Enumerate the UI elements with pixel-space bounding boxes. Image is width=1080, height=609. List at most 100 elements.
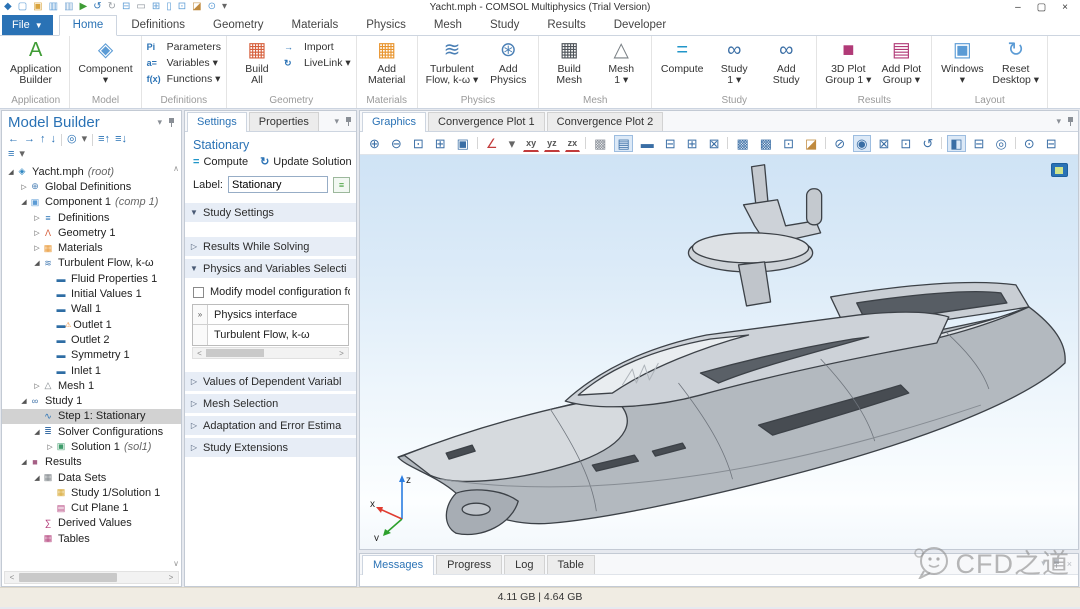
open-file-icon[interactable]: ▣: [33, 1, 42, 13]
tree-node-outlet-1[interactable]: ▬ ⚠ Outlet 1: [2, 317, 181, 332]
collapse-all-icon[interactable]: ≡↑: [98, 133, 110, 146]
panel-menu-icon[interactable]: ▾: [334, 116, 339, 127]
import-button[interactable]: → Import: [284, 41, 351, 53]
scroll-down-icon[interactable]: ∨: [173, 559, 179, 568]
tree-node-wall-1[interactable]: ▬ Wall 1: [2, 302, 181, 317]
tab-messages[interactable]: Messages: [362, 555, 435, 575]
tree-node-fluid-properties-1[interactable]: ▬ Fluid Properties 1: [2, 271, 181, 286]
tree-expand-icon[interactable]: ◢: [6, 168, 16, 176]
undo-icon[interactable]: ↺: [93, 1, 101, 13]
view-menu-icon[interactable]: ▾: [506, 135, 519, 152]
section-values-dependent[interactable]: ▷ Values of Dependent Variabl: [185, 372, 356, 391]
clear-icon[interactable]: ◪: [192, 1, 201, 13]
tree-node-data-sets[interactable]: ◢ ▦ Data Sets: [2, 470, 181, 485]
pin-icon[interactable]: [345, 117, 352, 126]
reset-hiding-icon[interactable]: ↺: [919, 135, 936, 152]
run-icon[interactable]: ▶: [80, 1, 88, 13]
tree-node-yacht-mph[interactable]: ◢ ◈ Yacht.mph (root): [2, 164, 181, 179]
add-plot-group-button[interactable]: ▤ Add Plot Group ▾: [876, 37, 926, 95]
parameters-button[interactable]: Pi Parameters: [147, 41, 221, 53]
transparency-icon[interactable]: ⊠: [706, 135, 723, 152]
view-cube-icon[interactable]: ◎: [992, 135, 1009, 152]
tab-definitions[interactable]: Definitions: [117, 15, 199, 36]
update-solution-action[interactable]: ↻ Update Solution: [260, 155, 352, 169]
zx-view-icon[interactable]: zx: [564, 135, 581, 152]
copy-icon[interactable]: ⊟: [122, 1, 130, 13]
scrollbar-thumb[interactable]: [206, 349, 264, 357]
duplicate-icon[interactable]: ⊞: [152, 1, 160, 13]
table-row[interactable]: Turbulent Flow, k-ω: [193, 325, 348, 345]
tab-convergence-plot-2[interactable]: Convergence Plot 2: [546, 112, 664, 131]
zoom-box-icon[interactable]: ⊡: [410, 135, 427, 152]
scroll-left-icon[interactable]: <: [193, 349, 206, 358]
tab-table[interactable]: Table: [546, 555, 595, 574]
surface-rendering-icon[interactable]: ▬: [638, 135, 657, 152]
save-as-icon[interactable]: ▥: [64, 1, 73, 13]
add-physics-button[interactable]: ⊛ Add Physics: [483, 37, 533, 95]
functions-button[interactable]: f(x) Functions ▾: [147, 73, 221, 85]
tree-node-mesh-1[interactable]: ▷ △ Mesh 1: [2, 378, 181, 393]
tree-node-solution-1[interactable]: ▷ ▣ Solution 1 (sol1): [2, 439, 181, 454]
show-icon[interactable]: ◎: [67, 133, 77, 146]
section-mesh-selection[interactable]: ▷ Mesh Selection: [185, 394, 356, 413]
tree-node-materials[interactable]: ▷ ▦ Materials: [2, 240, 181, 255]
select-box-icon[interactable]: ⊡: [178, 1, 186, 13]
tree-expand-icon[interactable]: ▷: [45, 443, 55, 451]
add-material-button[interactable]: ▦ Add Material: [362, 37, 412, 95]
paste-icon[interactable]: ▭: [136, 1, 145, 13]
component-button[interactable]: ◈ Component ▾: [75, 37, 135, 95]
model-tree-node-menu-icon[interactable]: ≡: [8, 148, 14, 161]
tree-node-geometry-1[interactable]: ▷ Λ Geometry 1: [2, 225, 181, 240]
tree-node-step-1-stationary[interactable]: ∿ Step 1: Stationary: [2, 408, 181, 425]
show-selection-icon[interactable]: ⊠: [876, 135, 893, 152]
tree-node-component-1[interactable]: ◢ ▣ Component 1 (comp 1): [2, 195, 181, 210]
pin-icon[interactable]: [1067, 117, 1074, 126]
zoom-extents-icon[interactable]: ⊞: [432, 135, 449, 152]
build-all-button[interactable]: ▦ Build All: [232, 37, 282, 95]
graphics-canvas[interactable]: z x y: [360, 155, 1078, 549]
tree-node-study-1[interactable]: ◢ ∞ Study 1: [2, 393, 181, 408]
tab-progress[interactable]: Progress: [436, 555, 503, 574]
scrollbar-thumb[interactable]: [19, 573, 117, 582]
view-hidden-icon[interactable]: ◉: [853, 134, 871, 152]
livelink-button[interactable]: ↻ LiveLink ▾: [284, 57, 351, 69]
turbulent-flow-ribbon-button[interactable]: ≋ Turbulent Flow, k-ω ▾: [423, 37, 482, 95]
tab-results[interactable]: Results: [533, 15, 599, 36]
animation-player-icon[interactable]: ▩: [757, 135, 775, 152]
image-snapshot-icon[interactable]: ⊙: [1021, 135, 1038, 152]
pin-icon[interactable]: [1053, 559, 1060, 568]
section-results-while-solving[interactable]: ▷ Results While Solving: [185, 237, 356, 256]
qat-menu-icon[interactable]: ▾: [222, 1, 227, 13]
tab-geometry[interactable]: Geometry: [199, 15, 278, 36]
file-menu-button[interactable]: File ▼: [2, 15, 53, 35]
panel-menu-icon[interactable]: ▾: [157, 117, 162, 128]
mesh-rendering-icon[interactable]: ⊞: [684, 135, 701, 152]
compute-action[interactable]: = Compute: [193, 156, 248, 168]
compute-button[interactable]: = Compute: [657, 37, 707, 95]
tree-node-initial-values-1[interactable]: ▬ Initial Values 1: [2, 286, 181, 301]
tree-expand-icon[interactable]: ◢: [19, 198, 29, 206]
search-icon[interactable]: ⊙: [208, 1, 216, 13]
tab-materials[interactable]: Materials: [278, 15, 353, 36]
section-study-settings[interactable]: ▼ Study Settings: [185, 203, 356, 222]
checkbox[interactable]: [193, 286, 204, 298]
reset-desktop-button[interactable]: ↻ Reset Desktop ▾: [989, 37, 1042, 95]
tab-convergence-plot-1[interactable]: Convergence Plot 1: [428, 112, 545, 131]
minimize-button[interactable]: –: [1015, 2, 1021, 13]
tree-node-cut-plane-1[interactable]: ▤ Cut Plane 1: [2, 501, 181, 516]
tree-node-outlet-2[interactable]: ▬ Outlet 2: [2, 332, 181, 347]
tree-expand-icon[interactable]: ◢: [19, 458, 29, 466]
new-file-icon[interactable]: ▢: [18, 1, 27, 13]
tree-expand-icon[interactable]: ◢: [32, 428, 42, 436]
show-menu-icon[interactable]: ▾: [82, 133, 88, 146]
move-down-icon[interactable]: ↓: [51, 133, 57, 146]
mesh-1-button[interactable]: △ Mesh 1 ▾: [596, 37, 646, 95]
application-builder-button[interactable]: A Application Builder: [7, 37, 64, 95]
redo-icon[interactable]: ↻: [108, 1, 116, 13]
tree-node-derived-values[interactable]: ∑ Derived Values: [2, 516, 181, 531]
scroll-left-icon[interactable]: <: [5, 573, 19, 582]
tab-home[interactable]: Home: [58, 15, 118, 36]
environment-reflections-icon[interactable]: ⊟: [971, 135, 988, 152]
tree-expand-icon[interactable]: ▷: [32, 229, 42, 237]
nav-back-icon[interactable]: ←: [8, 133, 19, 146]
